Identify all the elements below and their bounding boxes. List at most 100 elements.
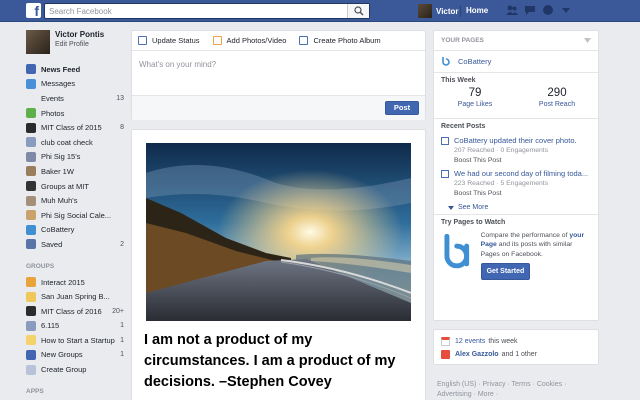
sidebar-item-news-feed[interactable]: News Feed bbox=[26, 62, 124, 77]
see-more-label: See More bbox=[458, 204, 489, 211]
sidebar-item-count: 1 bbox=[120, 351, 124, 359]
composer-footer: Post bbox=[132, 95, 425, 120]
tab-label: Update Status bbox=[152, 36, 200, 45]
sidebar-item-how-to-start-a-startup[interactable]: How to Start a Startup 1 bbox=[26, 333, 124, 348]
sidebar-item-phi-sig-social-cale[interactable]: Phi Sig Social Cale... bbox=[26, 208, 124, 223]
cobattery-icon bbox=[26, 224, 36, 235]
post-reach-label: Post Reach bbox=[538, 101, 576, 108]
events-link[interactable]: 12 events bbox=[455, 338, 485, 345]
sidebar-item-create-group[interactable]: Create Group bbox=[26, 362, 124, 377]
settings-icon[interactable] bbox=[560, 4, 572, 16]
status-input[interactable]: What's on your mind? bbox=[132, 51, 425, 95]
baker-1w-icon bbox=[26, 166, 36, 177]
weekly-stats: 79 Page Likes 290 Post Reach bbox=[434, 86, 598, 119]
calendar-icon bbox=[441, 337, 450, 346]
tab-create-photo-album[interactable]: Create Photo Album bbox=[299, 36, 381, 45]
interact-2015-icon bbox=[26, 277, 36, 288]
birthday-name-link[interactable]: Alex Gazzolo bbox=[455, 351, 499, 358]
get-started-button[interactable]: Get Started bbox=[480, 262, 531, 281]
sidebar-item-muh-muh-s[interactable]: Muh Muh's bbox=[26, 193, 124, 208]
pencil-icon bbox=[138, 36, 147, 45]
sidebar-item-baker-1w[interactable]: Baker 1W bbox=[26, 164, 124, 179]
post-button[interactable]: Post bbox=[385, 101, 419, 115]
sidebar-item-mit-class-of-2015[interactable]: MIT Class of 2015 8 bbox=[26, 120, 124, 135]
recent-posts-title: Recent Posts bbox=[441, 123, 486, 130]
sidebar-item-6-115[interactable]: 6.115 1 bbox=[26, 319, 124, 334]
chevron-down-icon[interactable] bbox=[584, 38, 591, 43]
post-photo[interactable] bbox=[146, 143, 411, 321]
photos-icon bbox=[26, 108, 36, 119]
sidebar-item-groups-at-mit[interactable]: Groups at MIT bbox=[26, 179, 124, 194]
birthday-text: and 1 other bbox=[501, 351, 537, 358]
page-likes-stat[interactable]: 79 Page Likes bbox=[434, 86, 516, 118]
sidebar-item-count: 2 bbox=[120, 240, 124, 248]
top-navigation-bar: f Victor Home bbox=[0, 0, 640, 22]
search-button[interactable] bbox=[347, 4, 369, 18]
footer-line-1[interactable]: English (US) · Privacy · Terms · Cookies… bbox=[437, 380, 602, 390]
notification-icons bbox=[506, 4, 572, 16]
sidebar-item-count: 8 bbox=[120, 124, 124, 132]
feed-post: I am not a product of my circumstances. … bbox=[131, 129, 426, 400]
page-link-cobattery[interactable]: CoBattery bbox=[434, 51, 598, 73]
recent-post-stats: 207 Reached · 0 Engagements bbox=[454, 147, 549, 154]
sidebar-item-san-juan-spring-b[interactable]: San Juan Spring B... bbox=[26, 289, 124, 304]
mit-class-of-2015-icon bbox=[26, 122, 36, 133]
divider bbox=[460, 5, 461, 17]
events-card: 12 events this week Alex Gazzolo and 1 o… bbox=[433, 329, 599, 365]
page-likes-label: Page Likes bbox=[457, 101, 493, 108]
sidebar-item-events[interactable]: Events 13 bbox=[26, 91, 124, 106]
recent-post-title[interactable]: CoBattery updated their cover photo. bbox=[454, 136, 591, 146]
sidebar-item-new-groups[interactable]: New Groups 1 bbox=[26, 348, 124, 363]
sidebar-item-count: 1 bbox=[120, 336, 124, 344]
messages-icon bbox=[26, 78, 36, 89]
sidebar-item-label: New Groups bbox=[41, 350, 83, 360]
notifications-icon[interactable] bbox=[542, 4, 554, 16]
sidebar-item-count: 1 bbox=[120, 322, 124, 330]
sidebar-item-interact-2015[interactable]: Interact 2015 bbox=[26, 275, 124, 290]
sidebar-item-saved[interactable]: Saved 2 bbox=[26, 237, 124, 252]
sidebar-item-cobattery[interactable]: CoBattery bbox=[26, 223, 124, 238]
friends-icon[interactable] bbox=[506, 4, 518, 16]
events-text: this week bbox=[488, 338, 518, 345]
sidebar-item-photos[interactable]: Photos bbox=[26, 106, 124, 121]
messages-icon[interactable] bbox=[524, 4, 536, 16]
recent-post-stats: 223 Reached · 5 Engagements bbox=[454, 180, 549, 187]
news-feed-icon bbox=[26, 64, 36, 75]
footer-line-2[interactable]: Advertising · More · bbox=[437, 390, 602, 400]
profile-link[interactable]: Victor bbox=[418, 3, 459, 19]
post-icon bbox=[441, 170, 449, 178]
profile-name[interactable]: Victor Pontis bbox=[55, 30, 104, 40]
boost-post-link[interactable]: Boost This Post bbox=[454, 156, 591, 166]
sidebar-item-label: 6.115 bbox=[41, 321, 60, 331]
edit-profile-link[interactable]: Edit Profile bbox=[55, 40, 104, 50]
sidebar-item-phi-sig-15-s[interactable]: Phi Sig 15's bbox=[26, 150, 124, 165]
create-group-icon bbox=[26, 364, 36, 375]
groups-section-title: GROUPS bbox=[26, 262, 55, 270]
post-reach-stat[interactable]: 290 Post Reach bbox=[516, 86, 598, 118]
sidebar-item-label: San Juan Spring B... bbox=[41, 292, 110, 302]
tab-update-status[interactable]: Update Status bbox=[138, 36, 200, 45]
recent-post-title[interactable]: We had our second day of filming toda... bbox=[454, 169, 591, 179]
recent-posts-list: CoBattery updated their cover photo. 207 … bbox=[434, 136, 598, 198]
home-link[interactable]: Home bbox=[466, 6, 488, 15]
sidebar-item-label: CoBattery bbox=[41, 225, 75, 235]
facebook-logo[interactable]: f bbox=[26, 3, 41, 18]
tab-add-photos-video[interactable]: Add Photos/Video bbox=[212, 36, 286, 45]
profile-summary[interactable]: Victor Pontis Edit Profile bbox=[26, 30, 124, 54]
your-pages-title: YOUR PAGES bbox=[441, 37, 484, 44]
chevron-down-icon bbox=[448, 205, 454, 210]
gift-icon bbox=[441, 350, 450, 359]
club-coat-check-icon bbox=[26, 137, 36, 148]
sidebar-item-messages[interactable]: Messages bbox=[26, 77, 124, 92]
avatar bbox=[418, 4, 432, 18]
sidebar-item-mit-class-of-2016[interactable]: MIT Class of 2016 20+ bbox=[26, 304, 124, 319]
cobattery-logo-icon bbox=[442, 57, 450, 66]
sidebar-item-club-coat-check[interactable]: club coat check bbox=[26, 135, 124, 150]
sidebar-item-label: MIT Class of 2015 bbox=[41, 123, 102, 133]
boost-post-link[interactable]: Boost This Post bbox=[454, 189, 591, 199]
see-more-link[interactable]: See More bbox=[434, 201, 598, 215]
sidebar-item-label: MIT Class of 2016 bbox=[41, 306, 102, 316]
recent-post: We had our second day of filming toda...… bbox=[441, 169, 591, 198]
search-input[interactable] bbox=[45, 4, 345, 18]
apps-section-title: APPS bbox=[26, 387, 44, 395]
